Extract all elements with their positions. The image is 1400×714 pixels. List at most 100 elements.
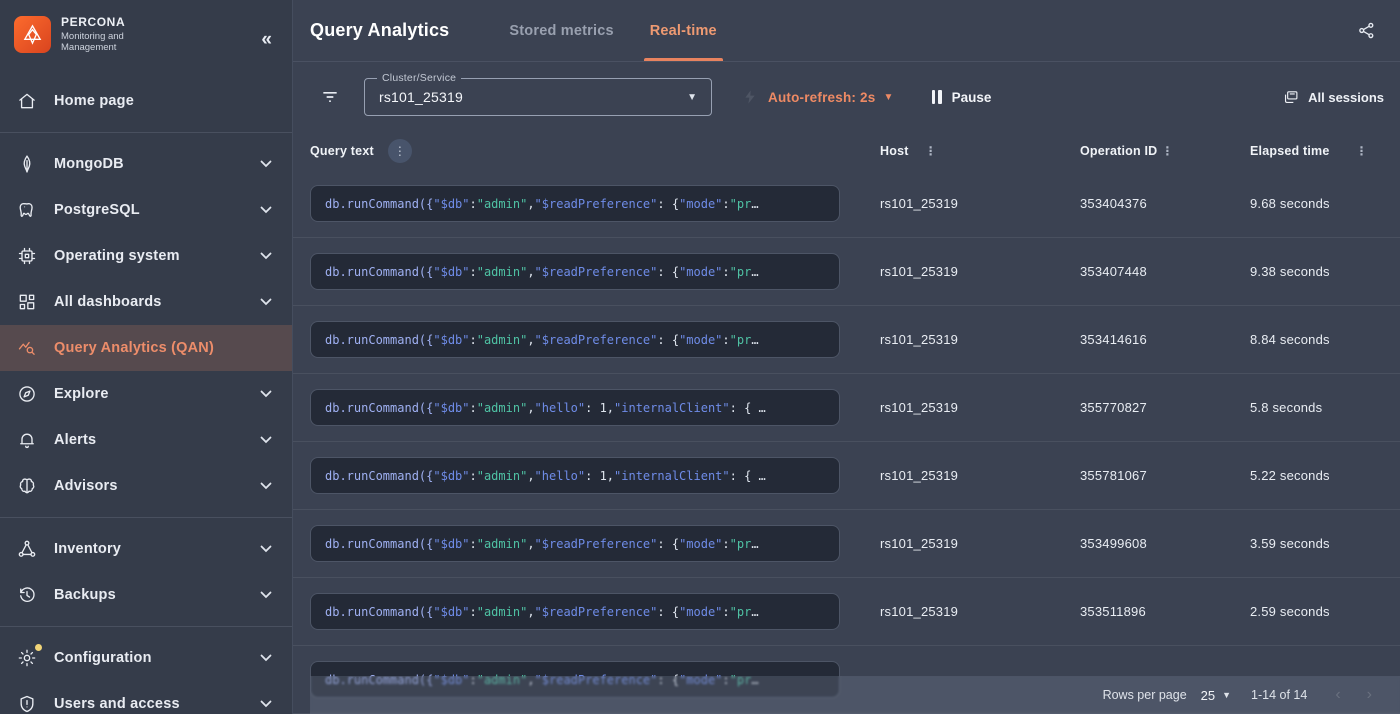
sidebar-item-advisors[interactable]: Advisors (0, 463, 292, 509)
sidebar-item-configuration[interactable]: Configuration (0, 635, 292, 681)
host-cell: rs101_25319 (880, 536, 1080, 551)
next-page-icon[interactable]: › (1367, 687, 1372, 703)
sidebar-item-postgresql[interactable]: PostgreSQL (0, 187, 292, 233)
code-segment: : (722, 605, 729, 619)
cpu-icon (16, 245, 38, 267)
pause-button[interactable]: Pause (932, 90, 992, 105)
column-header-elapsed-time[interactable]: Elapsed time⋮ (1250, 144, 1400, 158)
table-row[interactable]: db.runCommand({ "$db": "admin", "hello":… (293, 442, 1400, 510)
previous-page-icon[interactable]: ‹ (1335, 687, 1340, 703)
percona-logo-icon[interactable] (14, 16, 51, 53)
code-segment: db.runCommand({ (325, 197, 433, 211)
query-text-cell[interactable]: db.runCommand({ "$db": "admin", "$readPr… (310, 593, 840, 630)
sidebar-item-alerts[interactable]: Alerts (0, 417, 292, 463)
host-cell: rs101_25319 (880, 400, 1080, 415)
chevron-down-icon: ▼ (1222, 690, 1231, 700)
postgresql-elephant-icon (16, 199, 38, 221)
cluster-service-select[interactable]: Cluster/Service rs101_25319 ▼ (364, 78, 712, 116)
code-segment: … (751, 605, 758, 619)
logo-text: PERCONA Monitoring and Management (61, 16, 151, 54)
code-segment: "mode" (679, 265, 722, 279)
query-text-cell[interactable]: db.runCommand({ "$db": "admin", "$readPr… (310, 253, 840, 290)
sidebar-item-inventory[interactable]: Inventory (0, 526, 292, 572)
code-segment: … (751, 537, 758, 551)
table-row[interactable]: db.runCommand({ "$db": "admin", "$readPr… (293, 510, 1400, 578)
code-segment: , (527, 197, 534, 211)
history-icon (16, 584, 38, 606)
code-segment: : 1, (585, 469, 614, 483)
sidebar-item-home-page[interactable]: Home page (0, 78, 292, 124)
sidebar-item-all-dashboards[interactable]: All dashboards (0, 279, 292, 325)
elapsed-time-cell: 5.8 seconds (1250, 400, 1400, 415)
chevron-down-icon (260, 591, 272, 599)
code-segment: "pr (730, 197, 752, 211)
chevron-down-icon (260, 545, 272, 553)
rows-per-page-select[interactable]: 25 ▼ (1201, 688, 1231, 703)
query-text-cell[interactable]: db.runCommand({ "$db": "admin", "$readPr… (310, 185, 840, 222)
code-segment: : { (657, 537, 679, 551)
sidebar-item-label: Configuration (54, 650, 260, 666)
code-segment: : { (657, 333, 679, 347)
table-row[interactable]: db.runCommand({ "$db": "admin", "$readPr… (293, 306, 1400, 374)
code-segment: "mode" (679, 605, 722, 619)
code-segment: : { (657, 605, 679, 619)
table-row[interactable]: db.runCommand({ "$db": "admin", "$readPr… (293, 238, 1400, 306)
query-text-cell[interactable]: db.runCommand({ "$db": "admin", "$readPr… (310, 321, 840, 358)
code-segment: "hello" (535, 469, 586, 483)
sidebar-item-explore[interactable]: Explore (0, 371, 292, 417)
auto-refresh-dropdown[interactable]: Auto-refresh: 2s ▼ (768, 90, 894, 105)
toolbar: Cluster/Service rs101_25319 ▼ Auto-refre… (293, 62, 1400, 132)
table-row[interactable]: db.runCommand({ "$db": "admin", "$readPr… (293, 170, 1400, 238)
sidebar-item-label: Inventory (54, 541, 260, 557)
bell-icon (16, 429, 38, 451)
code-segment: : (470, 197, 477, 211)
sidebar-item-label: PostgreSQL (54, 202, 260, 218)
query-text-cell[interactable]: db.runCommand({ "$db": "admin", "hello":… (310, 389, 840, 426)
code-segment: "mode" (679, 537, 722, 551)
column-menu-icon[interactable]: ⋮ (921, 145, 941, 157)
share-icon[interactable] (1357, 21, 1376, 40)
column-header-query-text[interactable]: Query text (310, 144, 374, 158)
code-segment: "mode" (679, 197, 722, 211)
lightning-icon (742, 89, 758, 105)
code-segment: db.runCommand({ (325, 265, 433, 279)
all-sessions-button[interactable]: All sessions (1282, 89, 1384, 106)
gear-icon (16, 647, 38, 669)
query-analytics-icon (16, 337, 38, 359)
code-segment: "$db" (433, 537, 469, 551)
chevron-down-icon (260, 160, 272, 168)
column-menu-icon[interactable]: ⋮ (1352, 145, 1372, 157)
table-row[interactable]: db.runCommand({ "$db": "admin", "hello":… (293, 374, 1400, 442)
page-title: Query Analytics (310, 20, 449, 41)
code-segment: … (751, 333, 758, 347)
sidebar-item-users-and-access[interactable]: Users and access (0, 681, 292, 714)
sidebar-item-label: Backups (54, 587, 260, 603)
query-text-cell[interactable]: db.runCommand({ "$db": "admin", "hello":… (310, 457, 840, 494)
query-text-cell[interactable]: db.runCommand({ "$db": "admin", "$readPr… (310, 525, 840, 562)
code-segment: "admin" (477, 537, 528, 551)
sidebar-item-operating-system[interactable]: Operating system (0, 233, 292, 279)
table-row[interactable]: db.runCommand({ "$db": "admin", "$readPr… (293, 578, 1400, 646)
filter-icon[interactable] (310, 87, 350, 107)
sidebar-item-mongodb[interactable]: MongoDB (0, 141, 292, 187)
sidebar-item-backups[interactable]: Backups (0, 572, 292, 618)
elapsed-time-cell: 2.59 seconds (1250, 604, 1400, 619)
elapsed-time-cell: 5.22 seconds (1250, 468, 1400, 483)
sidebar-divider (0, 517, 292, 518)
code-segment: "admin" (477, 401, 528, 415)
cluster-service-select-label: Cluster/Service (377, 72, 461, 84)
column-menu-icon[interactable]: ⋮ (388, 139, 412, 163)
column-menu-icon[interactable]: ⋮ (1157, 145, 1177, 157)
code-segment: "admin" (477, 265, 528, 279)
elapsed-time-cell: 9.68 seconds (1250, 196, 1400, 211)
tab-stored-metrics[interactable]: Stored metrics (491, 0, 631, 61)
column-header-operation-id[interactable]: Operation ID⋮ (1080, 144, 1250, 158)
sidebar-collapse-icon[interactable]: « (261, 30, 270, 49)
code-segment: : { (657, 265, 679, 279)
sidebar-item-label: MongoDB (54, 156, 260, 172)
tab-real-time[interactable]: Real-time (632, 0, 735, 61)
sidebar-item-query-analytics-qan[interactable]: Query Analytics (QAN) (0, 325, 292, 371)
code-segment: "internalClient" (614, 401, 730, 415)
column-header-host[interactable]: Host⋮ (880, 144, 1080, 158)
code-segment: "pr (730, 537, 752, 551)
